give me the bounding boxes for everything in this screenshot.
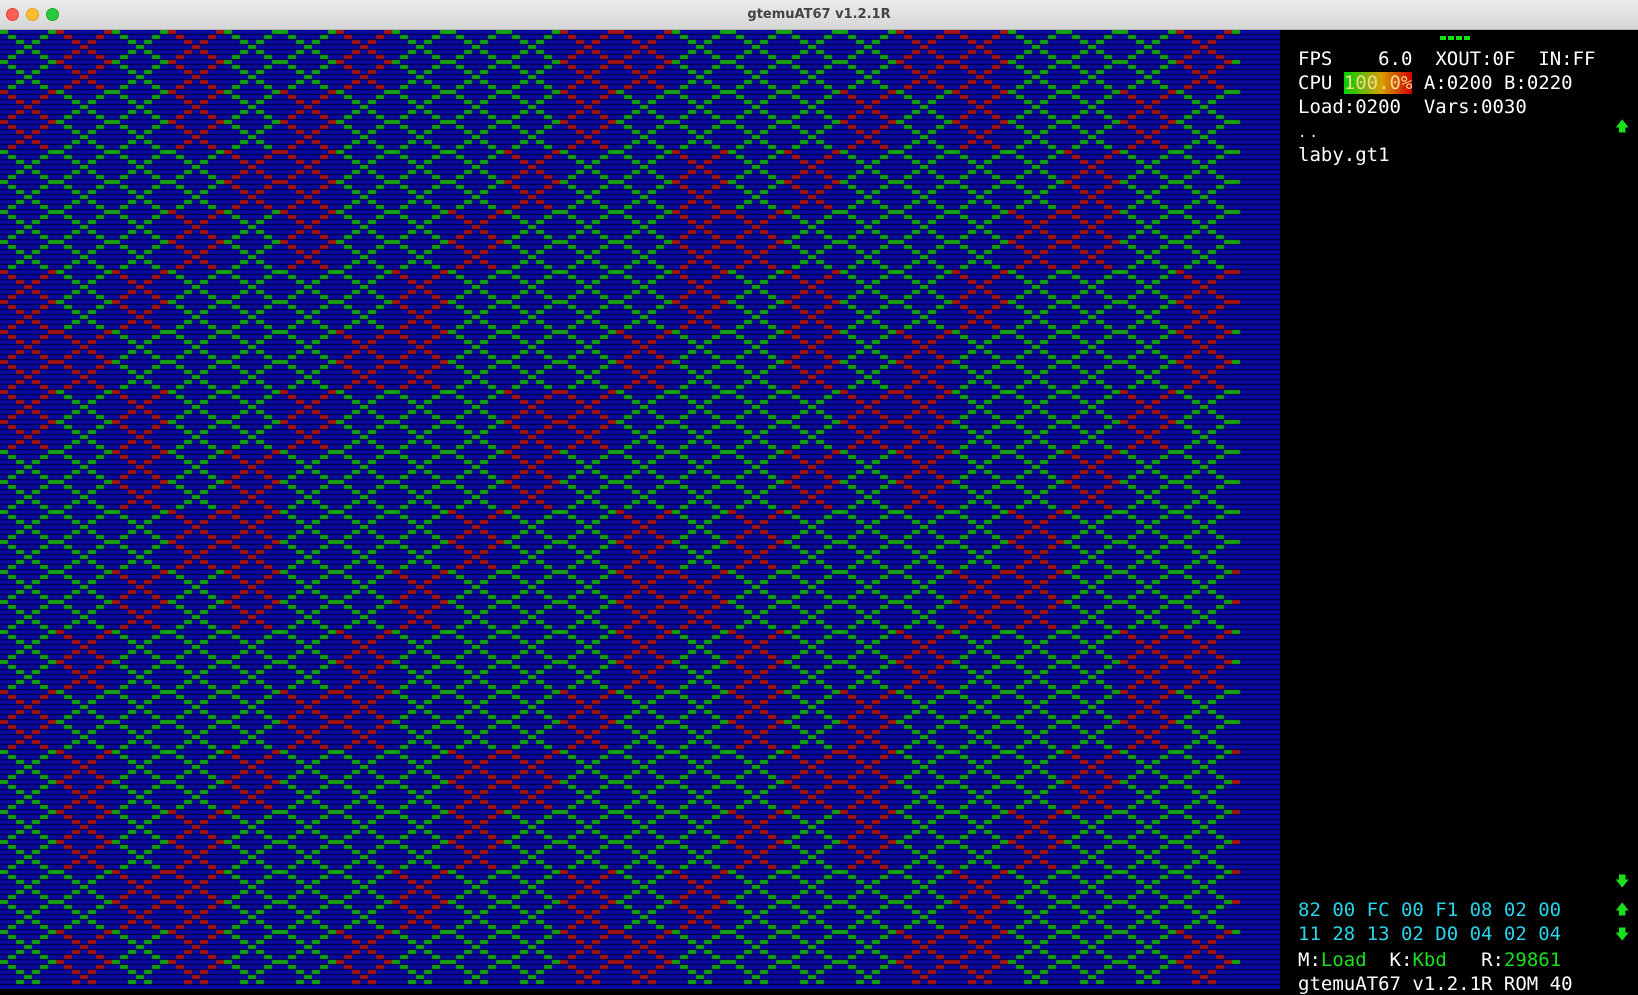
status-line: M:Load K:Kbd R:29861 <box>1298 949 1561 971</box>
fps-line: FPS 6.0 XOUT:0F IN:FF <box>1298 48 1595 70</box>
rom-label: R: <box>1481 949 1504 971</box>
rom-value: 29861 <box>1503 949 1562 971</box>
browser-parent-dir[interactable]: .. <box>1298 122 1321 144</box>
hex-scroll-up-icon[interactable]: 🡅 <box>1615 903 1629 917</box>
window-title: gtemuAT67 v1.2.1R <box>747 7 891 22</box>
mode-value: Load <box>1320 949 1367 971</box>
in-value: IN:FF <box>1538 48 1596 70</box>
mode-label: M: <box>1298 949 1321 971</box>
emulator-screen[interactable] <box>0 30 1280 989</box>
keyboard-label: K: <box>1389 949 1413 971</box>
browser-scroll-down-icon[interactable]: 🡇 <box>1615 875 1629 889</box>
title-bar: gtemuAT67 v1.2.1R <box>0 0 1638 30</box>
browser-file-item[interactable]: laby.gt1 <box>1298 144 1390 166</box>
load-line: Load:0200 Vars:0030 <box>1298 96 1527 118</box>
load-address: Load:0200 <box>1298 96 1401 118</box>
b-register: B:0220 <box>1503 72 1573 94</box>
fps-label: FPS <box>1298 48 1333 70</box>
cpu-line: CPU 100.0% A:0200 B:0220 <box>1298 72 1573 94</box>
activity-indicator <box>1440 36 1472 40</box>
vars-address: Vars:0030 <box>1423 96 1527 118</box>
debug-panel: FPS 6.0 XOUT:0F IN:FF CPU 100.0% A:0200 … <box>1280 30 1638 995</box>
hex-dump-row-2: 11 28 13 02 D0 04 02 04 <box>1298 923 1562 945</box>
keyboard-value: Kbd <box>1412 949 1447 971</box>
browser-scroll-up-icon[interactable]: 🡅 <box>1615 120 1629 134</box>
xout-value: XOUT:0F <box>1435 48 1516 70</box>
hex-scroll-down-icon[interactable]: 🡇 <box>1615 928 1629 942</box>
footer-version: gtemuAT67 v1.2.1R ROM 40 <box>1298 973 1573 995</box>
cpu-usage-bar: 100.0% <box>1343 72 1413 94</box>
fps-value: 6.0 <box>1378 48 1413 70</box>
hex-dump-row-1: 82 00 FC 00 F1 08 02 00 <box>1298 899 1562 921</box>
a-register: A:0200 <box>1423 72 1493 94</box>
cpu-label: CPU <box>1298 72 1333 94</box>
